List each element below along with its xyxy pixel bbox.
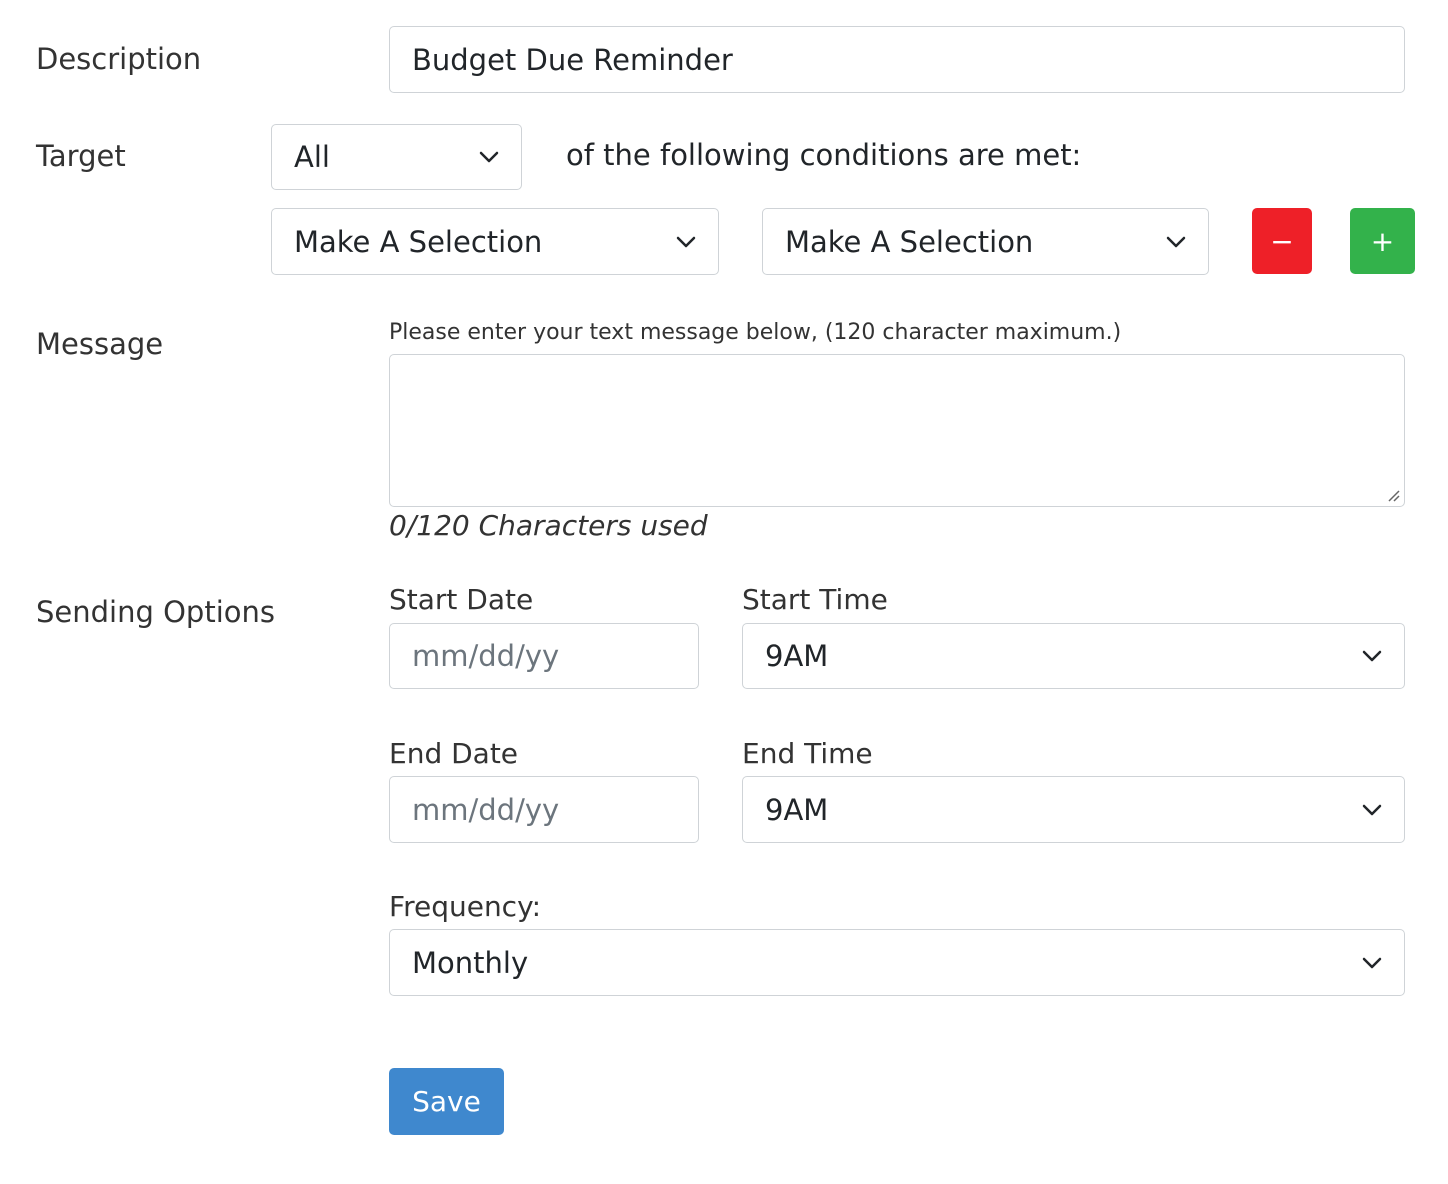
target-match-select[interactable]: All: [271, 124, 522, 190]
chevron-down-icon: [1362, 650, 1382, 662]
start-date-label: Start Date: [389, 583, 534, 616]
chevron-down-icon: [1362, 957, 1382, 968]
condition-field-select[interactable]: Make A Selection: [271, 208, 719, 275]
save-button[interactable]: Save: [389, 1068, 504, 1135]
frequency-select[interactable]: Monthly: [389, 929, 1405, 996]
message-textarea[interactable]: [389, 354, 1405, 507]
frequency-label: Frequency:: [389, 890, 542, 923]
chevron-down-icon: [676, 236, 696, 247]
start-time-label: Start Time: [742, 583, 888, 616]
resize-grip-icon[interactable]: [1386, 488, 1400, 502]
start-time-select[interactable]: 9AM: [742, 623, 1405, 689]
description-input[interactable]: Budget Due Reminder: [389, 26, 1405, 93]
end-date-label: End Date: [389, 737, 519, 770]
start-date-placeholder: mm/dd/yy: [412, 639, 560, 673]
frequency-value: Monthly: [412, 945, 529, 980]
end-date-placeholder: mm/dd/yy: [412, 792, 560, 827]
condition-field-value: Make A Selection: [294, 224, 543, 259]
end-time-label: End Time: [742, 737, 873, 770]
start-time-value: 9AM: [765, 639, 829, 673]
message-label: Message: [36, 327, 164, 361]
end-date-input[interactable]: mm/dd/yy: [389, 776, 699, 843]
chevron-down-icon: [1362, 804, 1382, 815]
add-condition-button[interactable]: +: [1350, 208, 1415, 274]
end-time-value: 9AM: [765, 792, 829, 827]
minus-icon: −: [1270, 224, 1294, 258]
end-time-select[interactable]: 9AM: [742, 776, 1405, 843]
condition-operator-value: Make A Selection: [785, 224, 1034, 259]
character-counter: 0/120 Characters used: [389, 509, 708, 542]
sending-options-label: Sending Options: [36, 595, 275, 629]
plus-icon: +: [1370, 224, 1395, 258]
remove-condition-button[interactable]: −: [1252, 208, 1312, 274]
message-hint: Please enter your text message below, (1…: [389, 320, 1122, 345]
chevron-down-icon: [1166, 236, 1186, 247]
target-match-value: All: [294, 140, 330, 174]
description-label: Description: [36, 42, 202, 76]
condition-operator-select[interactable]: Make A Selection: [762, 208, 1209, 275]
target-label: Target: [36, 139, 126, 173]
start-date-input[interactable]: mm/dd/yy: [389, 623, 699, 689]
description-value: Budget Due Reminder: [412, 42, 733, 77]
condition-text: of the following conditions are met:: [566, 138, 1082, 172]
chevron-down-icon: [479, 151, 499, 163]
